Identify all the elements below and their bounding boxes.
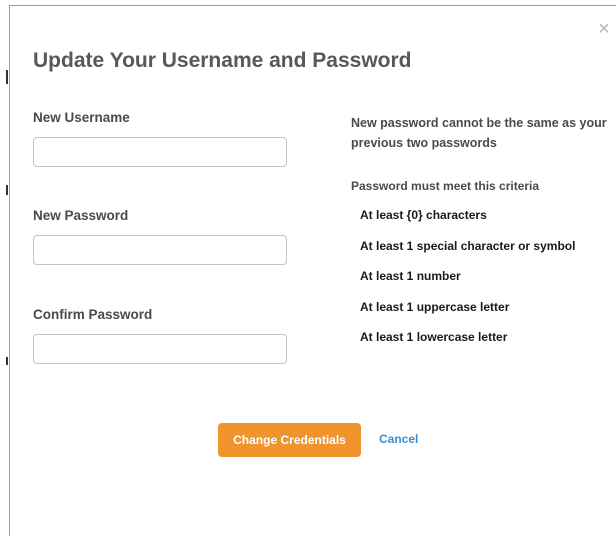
criteria-item: At least 1 uppercase letter (360, 300, 510, 314)
criteria-item: At least 1 number (360, 269, 461, 283)
confirm-password-input[interactable] (33, 334, 287, 364)
close-icon[interactable]: × (596, 19, 612, 39)
criteria-item: At least 1 special character or symbol (360, 239, 576, 253)
backdrop-edge (0, 0, 9, 536)
criteria-heading: Password must meet this criteria (351, 179, 540, 193)
password-history-note: New password cannot be the same as your … (351, 116, 607, 150)
password-label: New Password (33, 208, 129, 223)
backdrop-edge-mark (6, 357, 8, 365)
criteria-item: At least {0} characters (360, 208, 487, 222)
confirm-password-label: Confirm Password (33, 307, 153, 322)
backdrop-edge-mark (6, 185, 8, 195)
credentials-dialog: × Update Your Username and Password New … (9, 5, 616, 536)
cancel-link[interactable]: Cancel (379, 432, 418, 446)
dialog-title: Update Your Username and Password (33, 49, 412, 72)
backdrop-edge-mark (6, 70, 8, 84)
password-input[interactable] (33, 235, 287, 265)
change-credentials-button[interactable]: Change Credentials (218, 423, 361, 457)
username-label: New Username (33, 110, 130, 125)
username-input[interactable] (33, 137, 287, 167)
criteria-item: At least 1 lowercase letter (360, 330, 508, 344)
